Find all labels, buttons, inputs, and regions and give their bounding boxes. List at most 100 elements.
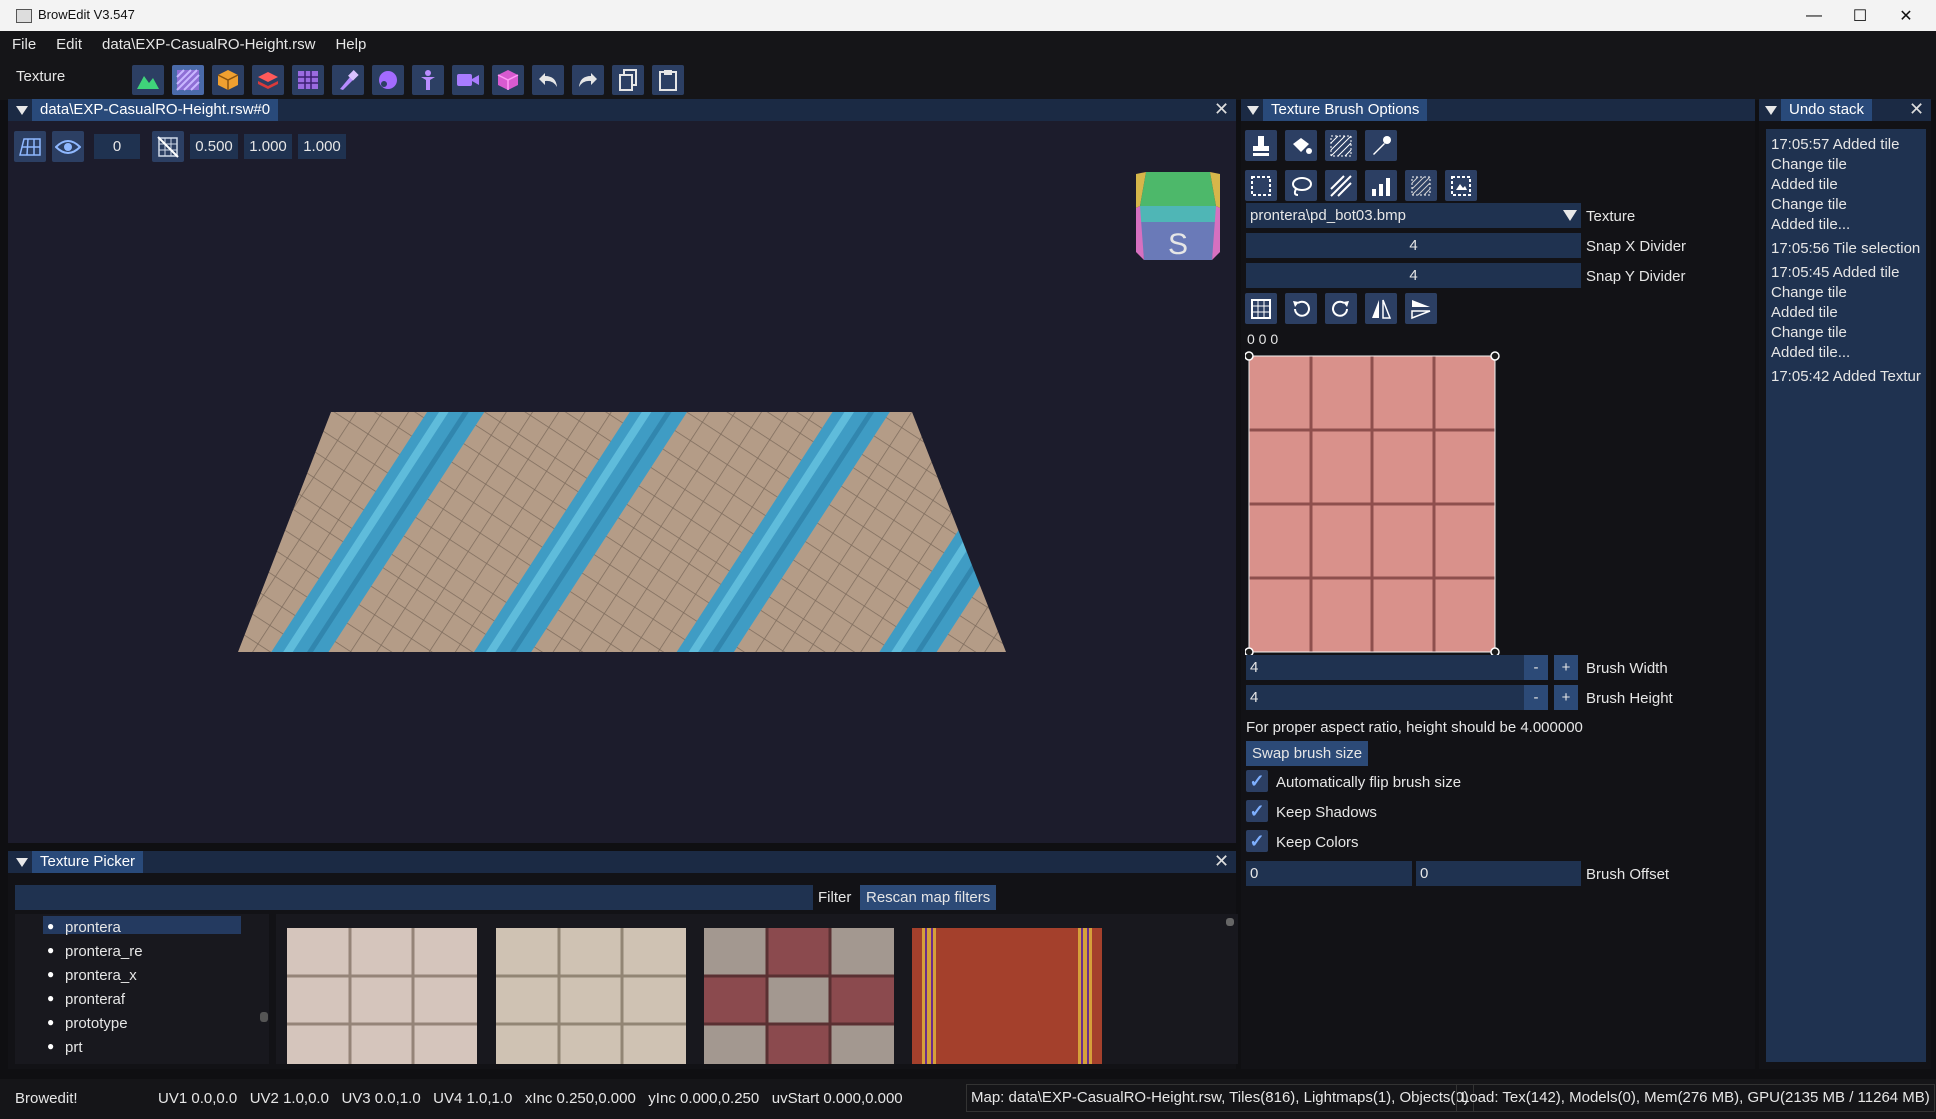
- flip-horizontal-icon[interactable]: [1365, 293, 1397, 324]
- menu-help[interactable]: Help: [327, 36, 374, 53]
- snap-x-field[interactable]: 4: [1246, 233, 1581, 258]
- texture-thumbnail[interactable]: [912, 928, 1102, 1064]
- cube-icon[interactable]: [492, 65, 524, 95]
- tree-item[interactable]: prontera: [65, 916, 143, 940]
- rescan-button[interactable]: Rescan map filters: [860, 885, 997, 910]
- tile-grid-icon[interactable]: [1245, 293, 1277, 324]
- stamp-icon[interactable]: [1245, 130, 1277, 161]
- brush-offset-label: Brush Offset: [1586, 866, 1670, 883]
- undo-item[interactable]: 17:05:57 Added tile: [1771, 135, 1926, 155]
- tab-undo-stack[interactable]: Undo stack: [1781, 99, 1873, 121]
- undo-item[interactable]: Added tile: [1771, 303, 1926, 323]
- rotate-right-icon[interactable]: [1325, 293, 1357, 324]
- collapse-icon[interactable]: [16, 106, 28, 115]
- undo-item[interactable]: 17:05:42 Added Textur: [1771, 367, 1926, 387]
- camera-icon[interactable]: [452, 65, 484, 95]
- lasso-icon[interactable]: [1285, 170, 1317, 201]
- tree-item[interactable]: prt: [65, 1036, 143, 1060]
- brush-width-field[interactable]: 4: [1246, 655, 1525, 680]
- texture-icon[interactable]: [172, 65, 204, 95]
- undo-item[interactable]: Added tile...: [1771, 215, 1926, 235]
- tab-viewport[interactable]: data\EXP-CasualRO-Height.rsw#0: [32, 99, 279, 121]
- close-icon[interactable]: ✕: [1214, 99, 1229, 119]
- brush-offset-y[interactable]: 0: [1416, 861, 1581, 886]
- texture-thumbnail[interactable]: [287, 928, 477, 1064]
- tree-item[interactable]: prontera_re: [65, 940, 143, 964]
- undo-item[interactable]: Change tile: [1771, 323, 1926, 343]
- picker-header: Texture Picker ✕: [8, 851, 1236, 873]
- scrollbar[interactable]: [260, 1012, 268, 1022]
- paint-icon[interactable]: [332, 65, 364, 95]
- undo-item[interactable]: 17:05:56 Tile selection: [1771, 239, 1926, 259]
- keep-colors-checkbox[interactable]: ✓: [1246, 830, 1268, 852]
- keep-shadows-checkbox[interactable]: ✓: [1246, 800, 1268, 822]
- brush-width-plus[interactable]: +: [1554, 655, 1578, 680]
- object-icon[interactable]: [212, 65, 244, 95]
- undo-item[interactable]: Change tile: [1771, 155, 1926, 175]
- menu-map-file[interactable]: data\EXP-CasualRO-Height.rsw: [94, 36, 323, 53]
- brush-width-minus[interactable]: -: [1524, 655, 1548, 680]
- status-bar: Browedit! UV1 0.0,0.0 UV2 1.0,0.0 UV3 0.…: [0, 1079, 1936, 1119]
- flip-vertical-icon[interactable]: [1405, 293, 1437, 324]
- filter-input[interactable]: [15, 885, 813, 910]
- close-icon[interactable]: ✕: [1214, 851, 1229, 871]
- maximize-button[interactable]: ☐: [1837, 0, 1883, 31]
- collapse-icon[interactable]: [16, 858, 28, 867]
- collapse-icon[interactable]: [1765, 106, 1777, 115]
- undo-icon[interactable]: [532, 65, 564, 95]
- rotate-left-icon[interactable]: [1285, 293, 1317, 324]
- status-app: Browedit!: [15, 1090, 78, 1107]
- undo-item[interactable]: Change tile: [1771, 283, 1926, 303]
- snap-y-field[interactable]: 4: [1246, 263, 1581, 288]
- undo-item[interactable]: Added tile: [1771, 175, 1926, 195]
- wall-icon[interactable]: [252, 65, 284, 95]
- color-icon[interactable]: [372, 65, 404, 95]
- map-plane[interactable]: [8, 121, 1236, 843]
- tree-item[interactable]: prototype: [65, 1012, 143, 1036]
- gat-icon[interactable]: [292, 65, 324, 95]
- character-icon[interactable]: [412, 65, 444, 95]
- menu-file[interactable]: File: [4, 36, 44, 53]
- pattern-icon[interactable]: [1325, 130, 1357, 161]
- undo-item[interactable]: Change tile: [1771, 195, 1926, 215]
- close-icon[interactable]: ✕: [1909, 99, 1924, 119]
- select-wand-icon[interactable]: [1325, 170, 1357, 201]
- undo-item[interactable]: 17:05:45 Added tile: [1771, 263, 1926, 283]
- undo-item[interactable]: Added tile...: [1771, 343, 1926, 363]
- brush-height-field[interactable]: 4: [1246, 685, 1525, 710]
- swap-brush-size-button[interactable]: Swap brush size: [1246, 741, 1369, 766]
- fill-bucket-icon[interactable]: [1285, 130, 1317, 161]
- brush-height-plus[interactable]: +: [1554, 685, 1578, 710]
- menu-edit[interactable]: Edit: [48, 36, 90, 53]
- keep-colors-label: Keep Colors: [1276, 834, 1359, 851]
- copy-icon[interactable]: [612, 65, 644, 95]
- tree-item[interactable]: pvd: [65, 1060, 143, 1064]
- toolbar: Texture: [0, 58, 1936, 100]
- redo-icon[interactable]: [572, 65, 604, 95]
- viewport[interactable]: 0 0.500 1.000 1.000 S: [8, 121, 1236, 843]
- close-window-button[interactable]: ✕: [1883, 0, 1929, 31]
- eyedropper-icon[interactable]: [1365, 130, 1397, 161]
- collapse-icon[interactable]: [1247, 106, 1259, 115]
- brush-height-minus[interactable]: -: [1524, 685, 1548, 710]
- tab-brush-options[interactable]: Texture Brush Options: [1263, 99, 1428, 121]
- brush-offset-x[interactable]: 0: [1246, 861, 1412, 886]
- select-texture-icon[interactable]: [1445, 170, 1477, 201]
- scrollbar[interactable]: [1226, 918, 1234, 926]
- tree-item[interactable]: pronteraf: [65, 988, 143, 1012]
- minimize-button[interactable]: —: [1791, 0, 1837, 31]
- tab-texture-picker[interactable]: Texture Picker: [32, 851, 144, 873]
- chevron-down-icon[interactable]: [1559, 203, 1581, 228]
- tree-item[interactable]: prontera_x: [65, 964, 143, 988]
- select-all-icon[interactable]: [1405, 170, 1437, 201]
- auto-flip-checkbox[interactable]: ✓: [1246, 770, 1268, 792]
- texture-preview[interactable]: [1245, 349, 1501, 655]
- select-rect-icon[interactable]: [1245, 170, 1277, 201]
- brush-panel: prontera\pd_bot03.bmp Texture 4 Snap X D…: [1241, 121, 1755, 1069]
- select-height-icon[interactable]: [1365, 170, 1397, 201]
- paste-icon[interactable]: [652, 65, 684, 95]
- texture-dropdown[interactable]: prontera\pd_bot03.bmp: [1246, 203, 1580, 228]
- terrain-icon[interactable]: [132, 65, 164, 95]
- texture-thumbnail[interactable]: [704, 928, 894, 1064]
- texture-thumbnail[interactable]: [496, 928, 686, 1064]
